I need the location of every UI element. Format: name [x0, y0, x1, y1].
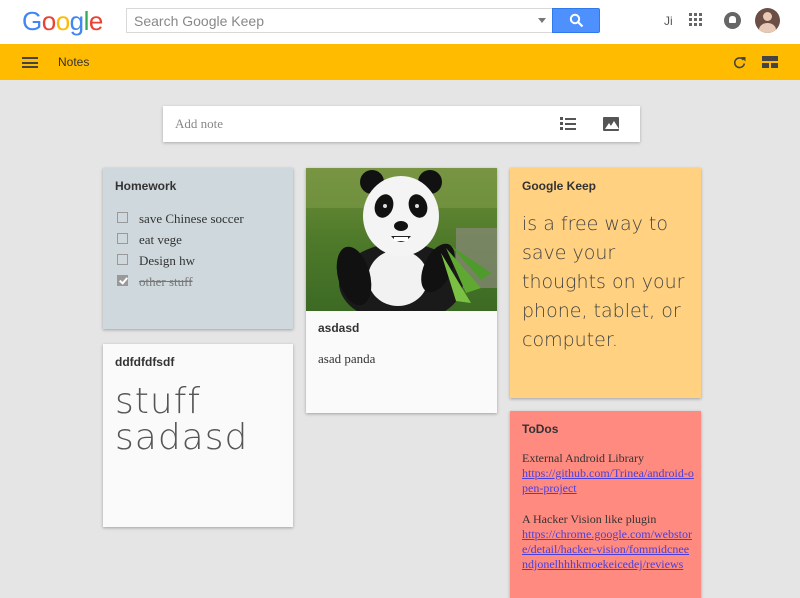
menu-icon[interactable] [22, 57, 38, 68]
user-initial[interactable]: Ji [664, 14, 673, 28]
note-body: stuff sadasd [115, 381, 249, 458]
logo-letter: o [41, 6, 56, 36]
note-link[interactable]: https://chrome.google.com/webstore/detai… [522, 527, 692, 571]
note-title: asdasd [318, 321, 360, 335]
note-google-keep[interactable]: Google Keep is a free way to save your t… [510, 168, 701, 398]
checkbox-checked[interactable] [117, 275, 128, 286]
logo-letter: o [55, 6, 70, 36]
note-text: A Hacker Vision like plugin [522, 512, 657, 526]
image-icon[interactable] [603, 117, 619, 131]
checklist-item-text: other stuff [139, 274, 193, 289]
checkbox[interactable] [117, 254, 128, 265]
logo-letter: g [69, 6, 84, 36]
note-ddfdfdfsdf[interactable]: ddfdfdfsdf stuff sadasd [103, 344, 293, 527]
note-body: asad panda [318, 351, 376, 366]
checklist-item-text: eat vege [139, 232, 182, 247]
search-dropdown-icon[interactable] [538, 18, 546, 23]
note-title: Homework [115, 179, 177, 193]
search-input[interactable] [127, 9, 527, 32]
add-note-placeholder[interactable]: Add note [175, 116, 223, 132]
checkbox[interactable] [117, 212, 128, 223]
checklist-item-text: Design hw [139, 253, 195, 268]
grid-view-icon[interactable] [762, 56, 778, 68]
keep-toolbar: Notes [0, 44, 800, 80]
list-icon[interactable] [560, 117, 576, 131]
checkbox[interactable] [117, 233, 128, 244]
panda-photo [306, 168, 497, 311]
avatar[interactable] [755, 8, 780, 33]
logo-letter: e [88, 6, 103, 36]
search-icon [569, 13, 584, 28]
note-body: is a free way to save your thoughts on y… [522, 213, 685, 351]
note-title: ToDos [522, 422, 559, 436]
note-text: External Android Library [522, 451, 644, 465]
note-homework[interactable]: Homework save Chinese soccer eat vege De… [103, 168, 293, 329]
refresh-icon[interactable] [733, 56, 746, 69]
google-logo[interactable]: Google [22, 6, 103, 37]
note-panda[interactable]: asdasd asad panda [306, 168, 497, 413]
apps-grid-icon[interactable] [689, 13, 703, 27]
note-link[interactable]: https://github.com/Trinea/android-open-p… [522, 466, 694, 495]
note-todos[interactable]: ToDos External Android Library https://g… [510, 411, 701, 598]
search-box [126, 8, 552, 33]
checklist-item-text: save Chinese soccer [139, 211, 244, 226]
note-title: Google Keep [522, 179, 597, 193]
google-bar: Google Ji [0, 0, 800, 44]
note-title: ddfdfdfsdf [115, 355, 175, 369]
toolbar-title: Notes [58, 55, 90, 69]
add-note-box[interactable]: Add note [163, 106, 640, 142]
logo-letter: G [22, 6, 42, 36]
note-body: External Android Library https://github.… [522, 451, 694, 572]
search-button[interactable] [552, 8, 600, 33]
notifications-icon[interactable] [724, 12, 741, 29]
